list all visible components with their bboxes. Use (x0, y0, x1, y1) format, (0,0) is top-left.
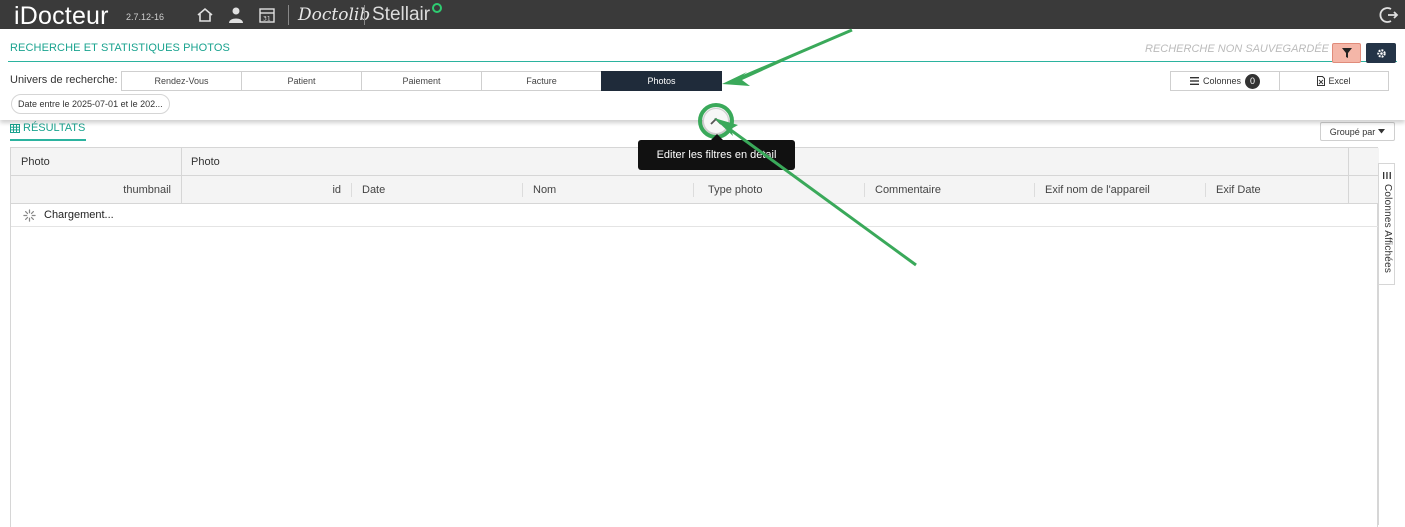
tab-patient[interactable]: Patient (241, 71, 362, 91)
column-group-header: Photo (21, 156, 50, 168)
chevron-up-icon (710, 117, 722, 125)
tab-paiement[interactable]: Paiement (361, 71, 482, 91)
list-icon (1189, 77, 1199, 85)
app-name[interactable]: iDocteur (14, 2, 109, 31)
panel-border (1378, 285, 1379, 525)
univers-label: Univers de recherche: (10, 74, 118, 86)
home-icon[interactable] (195, 5, 215, 25)
date-filter-chip[interactable]: Date entre le 2025-07-01 et le 202... (11, 94, 170, 114)
svg-text:31: 31 (263, 16, 271, 23)
group-by-label: Groupé par (1329, 126, 1376, 137)
settings-button[interactable] (1366, 43, 1396, 63)
patient-icon[interactable] (226, 5, 246, 25)
table-icon (10, 123, 20, 133)
results-title: RÉSULTATS (23, 122, 86, 134)
column-header-id[interactable]: id (181, 176, 351, 204)
side-panel-label: Colonnes Affichées (1382, 184, 1393, 274)
loading-text: Chargement... (44, 209, 114, 221)
separator (288, 5, 289, 25)
columns-label: Colonnes (1202, 76, 1242, 86)
column-divider (1348, 148, 1349, 204)
results-tab[interactable]: RÉSULTATS (10, 122, 85, 134)
column-header-nom[interactable]: Nom (523, 176, 693, 204)
univers-tabs: Rendez-Vous Patient Paiement Facture Pho… (121, 71, 722, 91)
doctolib-link[interactable]: Doctolib (298, 5, 370, 25)
tab-rendez-vous[interactable]: Rendez-Vous (121, 71, 242, 91)
column-header-row: thumbnail id Date Nom Type photo Comment… (11, 176, 1379, 204)
status-dot-icon (432, 3, 442, 13)
results-grid: Photo Photo thumbnail id Date Nom Type p… (10, 147, 1379, 527)
funnel-icon (1341, 48, 1352, 58)
caret-down-icon (1378, 129, 1386, 134)
logout-icon[interactable] (1379, 5, 1399, 25)
columns-count-badge: 0 (1245, 73, 1261, 89)
list-icon (1383, 172, 1391, 179)
column-header-date[interactable]: Date (352, 176, 522, 204)
filter-button[interactable] (1332, 43, 1361, 63)
page-title: RECHERCHE ET STATISTIQUES PHOTOS (10, 42, 230, 54)
top-bar: iDocteur 2.7.12-16 31 Doctolib Stellair (0, 0, 1405, 31)
excel-label: Excel (1328, 76, 1351, 86)
column-header-exif-date[interactable]: Exif Date (1206, 176, 1348, 204)
column-header-exif-appareil[interactable]: Exif nom de l'appareil (1035, 176, 1205, 204)
stellair-link[interactable]: Stellair (372, 4, 430, 26)
unsaved-status: RECHERCHE NON SAUVEGARDÉE (1145, 43, 1329, 55)
group-by-button[interactable]: Groupé par (1320, 122, 1395, 141)
columns-button[interactable]: Colonnes 0 (1170, 71, 1280, 91)
calendar-icon[interactable]: 31 (257, 5, 277, 25)
results-underline (10, 139, 86, 141)
gear-icon (1376, 48, 1386, 58)
tab-facture[interactable]: Facture (481, 71, 602, 91)
spinner-icon (23, 208, 36, 222)
loading-row: Chargement... (11, 204, 1379, 227)
column-divider (181, 148, 182, 204)
tab-photos[interactable]: Photos (601, 71, 722, 91)
columns-side-panel[interactable]: Colonnes Affichées (1378, 163, 1395, 285)
column-header-commentaire[interactable]: Commentaire (865, 176, 1035, 204)
toggle-filters-button[interactable] (703, 108, 729, 134)
app-version: 2.7.12-16 (126, 12, 165, 22)
filter-panel: RECHERCHE ET STATISTIQUES PHOTOS RECHERC… (0, 29, 1405, 120)
tooltip: Editer les filtres en détail (638, 134, 795, 170)
file-excel-icon (1317, 76, 1326, 86)
column-header-type-photo[interactable]: Type photo (694, 176, 864, 204)
column-header-thumbnail[interactable]: thumbnail (11, 176, 181, 204)
title-divider (8, 61, 1397, 62)
excel-button[interactable]: Excel (1279, 71, 1389, 91)
separator (364, 5, 365, 25)
